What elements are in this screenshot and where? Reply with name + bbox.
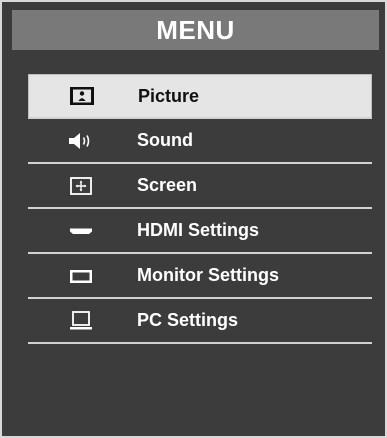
menu-item-label: Screen	[137, 175, 198, 195]
menu-item-sound[interactable]: Sound	[28, 119, 372, 164]
menu-item-label: PC Settings	[137, 310, 239, 330]
pc-icon	[66, 310, 96, 331]
menu-item-pc-settings[interactable]: PC Settings	[28, 299, 372, 344]
menu-title: MENU	[12, 10, 379, 50]
monitor-icon	[66, 266, 96, 286]
menu-item-label: Monitor Settings	[137, 265, 279, 285]
menu-item-label: HDMI Settings	[137, 220, 260, 240]
menu-item-screen[interactable]: Screen	[28, 164, 372, 209]
picture-icon	[67, 86, 97, 106]
menu-list: Picture Sound Screen HDMI Settings Monit…	[28, 74, 372, 344]
menu-item-monitor-settings[interactable]: Monitor Settings	[28, 254, 372, 299]
menu-item-picture[interactable]: Picture	[28, 74, 372, 119]
menu-panel: MENU Picture Sound Screen HDMI Settings …	[0, 0, 387, 438]
hdmi-port-icon	[66, 221, 96, 241]
speaker-icon	[66, 131, 96, 151]
menu-item-hdmi-settings[interactable]: HDMI Settings	[28, 209, 372, 254]
menu-item-label: Picture	[138, 85, 200, 106]
screen-resize-icon	[66, 176, 96, 196]
menu-item-label: Sound	[137, 130, 193, 150]
